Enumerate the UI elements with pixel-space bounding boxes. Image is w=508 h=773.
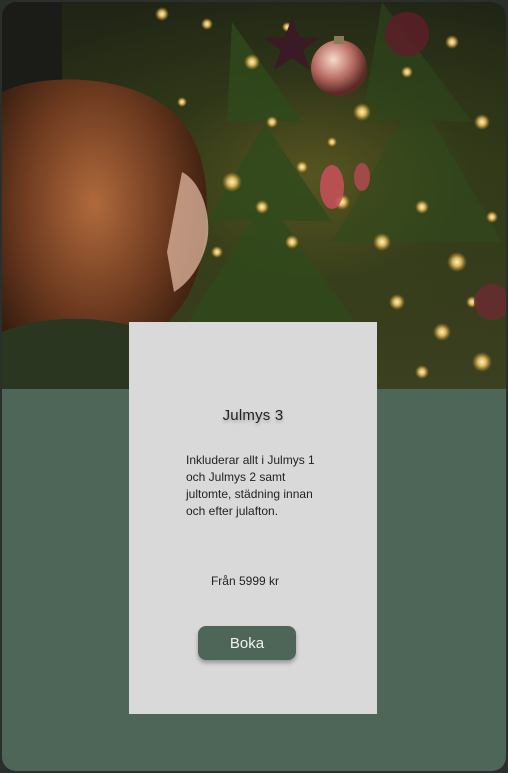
package-description: Inkluderar allt i Julmys 1 och Julmys 2 … [186, 453, 315, 518]
package-card: Julmys 3 Inkluderar allt i Julmys 1 och … [129, 322, 377, 714]
package-title: Julmys 3 [222, 407, 284, 424]
page-frame: Julmys 3 Inkluderar allt i Julmys 1 och … [2, 2, 506, 771]
package-price: Från 5999 kr [210, 574, 280, 588]
book-button[interactable]: Boka [198, 626, 296, 660]
